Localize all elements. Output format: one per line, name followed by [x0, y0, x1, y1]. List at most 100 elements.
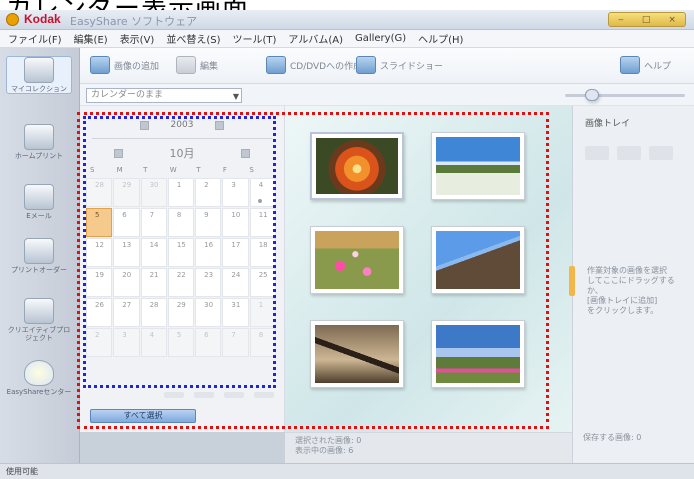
calendar-day-cell[interactable]: 18 [249, 238, 276, 267]
tray-add-icon[interactable] [585, 146, 609, 160]
calendar-day-cell[interactable]: 30 [195, 298, 222, 327]
calendar-day-cell[interactable]: 24 [222, 268, 249, 297]
day-number: 21 [149, 271, 159, 279]
calendar-day-cell[interactable]: 9 [195, 208, 222, 237]
calendar-day-cell[interactable]: 14 [140, 238, 167, 267]
calendar-day-cell[interactable]: 5 [167, 328, 195, 357]
calendar-day-cell[interactable]: 4 [249, 178, 276, 207]
help-icon [620, 56, 640, 74]
day-number: 22 [176, 271, 186, 279]
calendar-day-cell[interactable]: 31 [222, 298, 249, 327]
nav-home-print[interactable]: ホームプリント [6, 124, 72, 160]
calendar-day-cell[interactable]: 10 [222, 208, 249, 237]
previous-month-button[interactable] [114, 148, 123, 158]
day-number: 1 [176, 181, 182, 189]
calendar-day-cell[interactable]: 17 [222, 238, 249, 267]
calendar-day-cell[interactable]: 21 [140, 268, 167, 297]
nav-creative-projects[interactable]: クリエイティブプロジェクト [6, 298, 72, 342]
next-month-button[interactable] [241, 148, 250, 158]
photo-field[interactable] [431, 132, 525, 200]
calendar-day-cell[interactable]: 27 [113, 298, 140, 327]
help-button[interactable]: ヘルプ [620, 56, 671, 74]
calendar-day-cell[interactable]: 3 [222, 178, 249, 207]
calendar-day-cell[interactable]: 5 [86, 208, 113, 237]
calendar-day-cell[interactable]: 26 [86, 298, 113, 327]
calendar-day-cell[interactable]: 28 [140, 298, 167, 327]
slideshow-button[interactable]: スライドショー [356, 56, 443, 74]
nav-print-order[interactable]: プリントオーダー [6, 238, 72, 274]
nav-easyshare-center[interactable]: EasyShareセンター [6, 360, 72, 396]
edit-button[interactable]: 編集 [176, 56, 218, 74]
day-number: 30 [149, 181, 159, 189]
disc-icon [266, 56, 286, 74]
calendar-day-cell[interactable]: 16 [195, 238, 222, 267]
cd-create-button[interactable]: CD/DVDへの作成 [266, 56, 362, 74]
maximize-button[interactable]: □ [642, 15, 651, 25]
previous-year-button[interactable] [140, 120, 149, 130]
calendar-day-cell[interactable]: 13 [113, 238, 140, 267]
menu-edit[interactable]: 編集(E) [74, 31, 108, 46]
calendar-day-cell[interactable]: 23 [195, 268, 222, 297]
menu-gallery[interactable]: Gallery(G) [355, 33, 406, 44]
calendar-day-cell[interactable]: 2 [195, 178, 222, 207]
zoom-slider-thumb[interactable] [585, 89, 599, 101]
menu-view[interactable]: 表示(V) [120, 31, 155, 46]
photo-cosmos[interactable] [310, 226, 404, 294]
menu-album[interactable]: アルバム(A) [288, 31, 343, 46]
nav-my-collection[interactable]: マイコレクション [6, 56, 72, 94]
edit-label: 編集 [200, 61, 219, 72]
calendar-day-cell[interactable]: 20 [113, 268, 140, 297]
calendar-day-cell[interactable]: 8 [249, 328, 276, 357]
next-year-button[interactable] [215, 120, 224, 130]
menu-file[interactable]: ファイル(F) [8, 31, 62, 46]
menu-bar: ファイル(F) 編集(E) 表示(V) 並べ替え(S) ツール(T) アルバム(… [0, 30, 694, 48]
tray-collapse-handle[interactable] [569, 266, 575, 296]
calendar-day-cell[interactable]: 29 [167, 298, 195, 327]
close-button[interactable]: × [668, 15, 676, 25]
menu-sort[interactable]: 並べ替え(S) [166, 31, 220, 46]
day-number: 8 [176, 211, 182, 219]
day-number: 6 [204, 331, 209, 339]
import-icon [90, 56, 110, 74]
photo-flower[interactable] [310, 132, 404, 200]
day-number: 4 [258, 181, 264, 189]
import-button[interactable]: 画像の追加 [90, 56, 159, 74]
calendar-day-cell[interactable]: 28 [86, 178, 113, 207]
photo-image [316, 138, 398, 194]
calendar-day-cell[interactable]: 29 [113, 178, 140, 207]
calendar-day-cell[interactable]: 1 [167, 178, 195, 207]
calendar-day-cell[interactable]: 15 [167, 238, 195, 267]
day-number: 9 [204, 211, 209, 219]
nav-email[interactable]: Eメール [6, 184, 72, 220]
calendar-day-cell[interactable]: 19 [86, 268, 113, 297]
tray-remove-icon[interactable] [617, 146, 641, 160]
day-number: 27 [122, 301, 132, 309]
calendar-day-cell[interactable]: 12 [86, 238, 113, 267]
photo-silhouette[interactable] [310, 320, 404, 388]
photo-building[interactable] [431, 226, 525, 294]
picture-tray-panel: 画像トレイ 作業対象の画像を選択 してここにドラッグするか、 [画像トレイに追加… [569, 106, 694, 463]
calendar-day-cell[interactable]: 25 [249, 268, 276, 297]
calendar-day-cell[interactable]: 1 [249, 298, 276, 327]
calendar-day-cell[interactable]: 6 [195, 328, 222, 357]
menu-tools[interactable]: ツール(T) [233, 31, 277, 46]
calendar-day-cell[interactable]: 7 [222, 328, 249, 357]
minimize-button[interactable]: ‒ [618, 15, 624, 25]
calendar-day-cell[interactable]: 11 [249, 208, 276, 237]
tray-clear-icon[interactable] [649, 146, 673, 160]
calendar-day-cell[interactable]: 8 [167, 208, 195, 237]
slideshow-icon [356, 56, 376, 74]
day-number: 8 [258, 331, 264, 339]
menu-help[interactable]: ヘルプ(H) [418, 31, 463, 46]
photo-sky[interactable] [431, 320, 525, 388]
zoom-slider[interactable] [565, 89, 685, 101]
calendar-day-cell[interactable]: 2 [86, 328, 113, 357]
calendar-day-cell[interactable]: 3 [113, 328, 140, 357]
calendar-day-cell[interactable]: 4 [140, 328, 167, 357]
view-mode-dropdown[interactable]: カレンダーのまま ▼ [86, 88, 242, 103]
calendar-day-cell[interactable]: 30 [140, 178, 167, 207]
calendar-day-cell[interactable]: 22 [167, 268, 195, 297]
calendar-day-cell[interactable]: 6 [113, 208, 140, 237]
calendar-day-cell[interactable]: 7 [140, 208, 167, 237]
select-all-button[interactable]: すべて選択 [90, 409, 196, 423]
